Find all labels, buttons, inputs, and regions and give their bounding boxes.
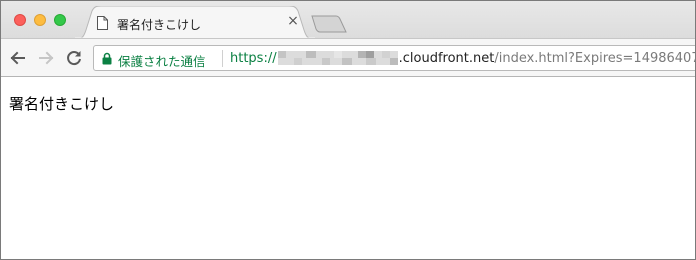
- tab-close-icon[interactable]: ×: [286, 14, 300, 28]
- forward-arrow-icon[interactable]: [36, 48, 56, 68]
- tab-title: 署名付きこけし: [117, 18, 202, 32]
- tab-active[interactable]: 署名付きこけし ×: [75, 6, 315, 39]
- url-scheme: https://: [230, 51, 277, 66]
- tab-strip: 署名付きこけし ×: [1, 1, 695, 39]
- window-close-button[interactable]: [14, 14, 26, 26]
- page-content: 署名付きこけし: [1, 78, 695, 259]
- page-body-text: 署名付きこけし: [9, 95, 115, 113]
- url-host: .cloudfront.net: [398, 51, 495, 66]
- redacted-hostname: [277, 51, 398, 65]
- new-tab-button[interactable]: [311, 15, 347, 33]
- lock-icon: [102, 52, 112, 65]
- address-bar[interactable]: 保護された通信 https:// .cloudfront.net/index.h…: [93, 45, 696, 71]
- browser-window: 署名付きこけし × 保護された通信 https:// .cloudfront.n…: [0, 0, 696, 260]
- window-maximize-button[interactable]: [54, 14, 66, 26]
- page-icon: [97, 16, 108, 30]
- url-text[interactable]: https:// .cloudfront.net/index.html?Expi…: [230, 51, 696, 66]
- security-label[interactable]: 保護された通信: [118, 51, 206, 70]
- window-minimize-button[interactable]: [34, 14, 46, 26]
- back-arrow-icon[interactable]: [8, 48, 28, 68]
- address-divider: [222, 50, 223, 67]
- toolbar: 保護された通信 https:// .cloudfront.net/index.h…: [1, 38, 695, 77]
- url-path: /index.html?Expires=14986407: [494, 51, 696, 66]
- reload-icon[interactable]: [64, 48, 84, 68]
